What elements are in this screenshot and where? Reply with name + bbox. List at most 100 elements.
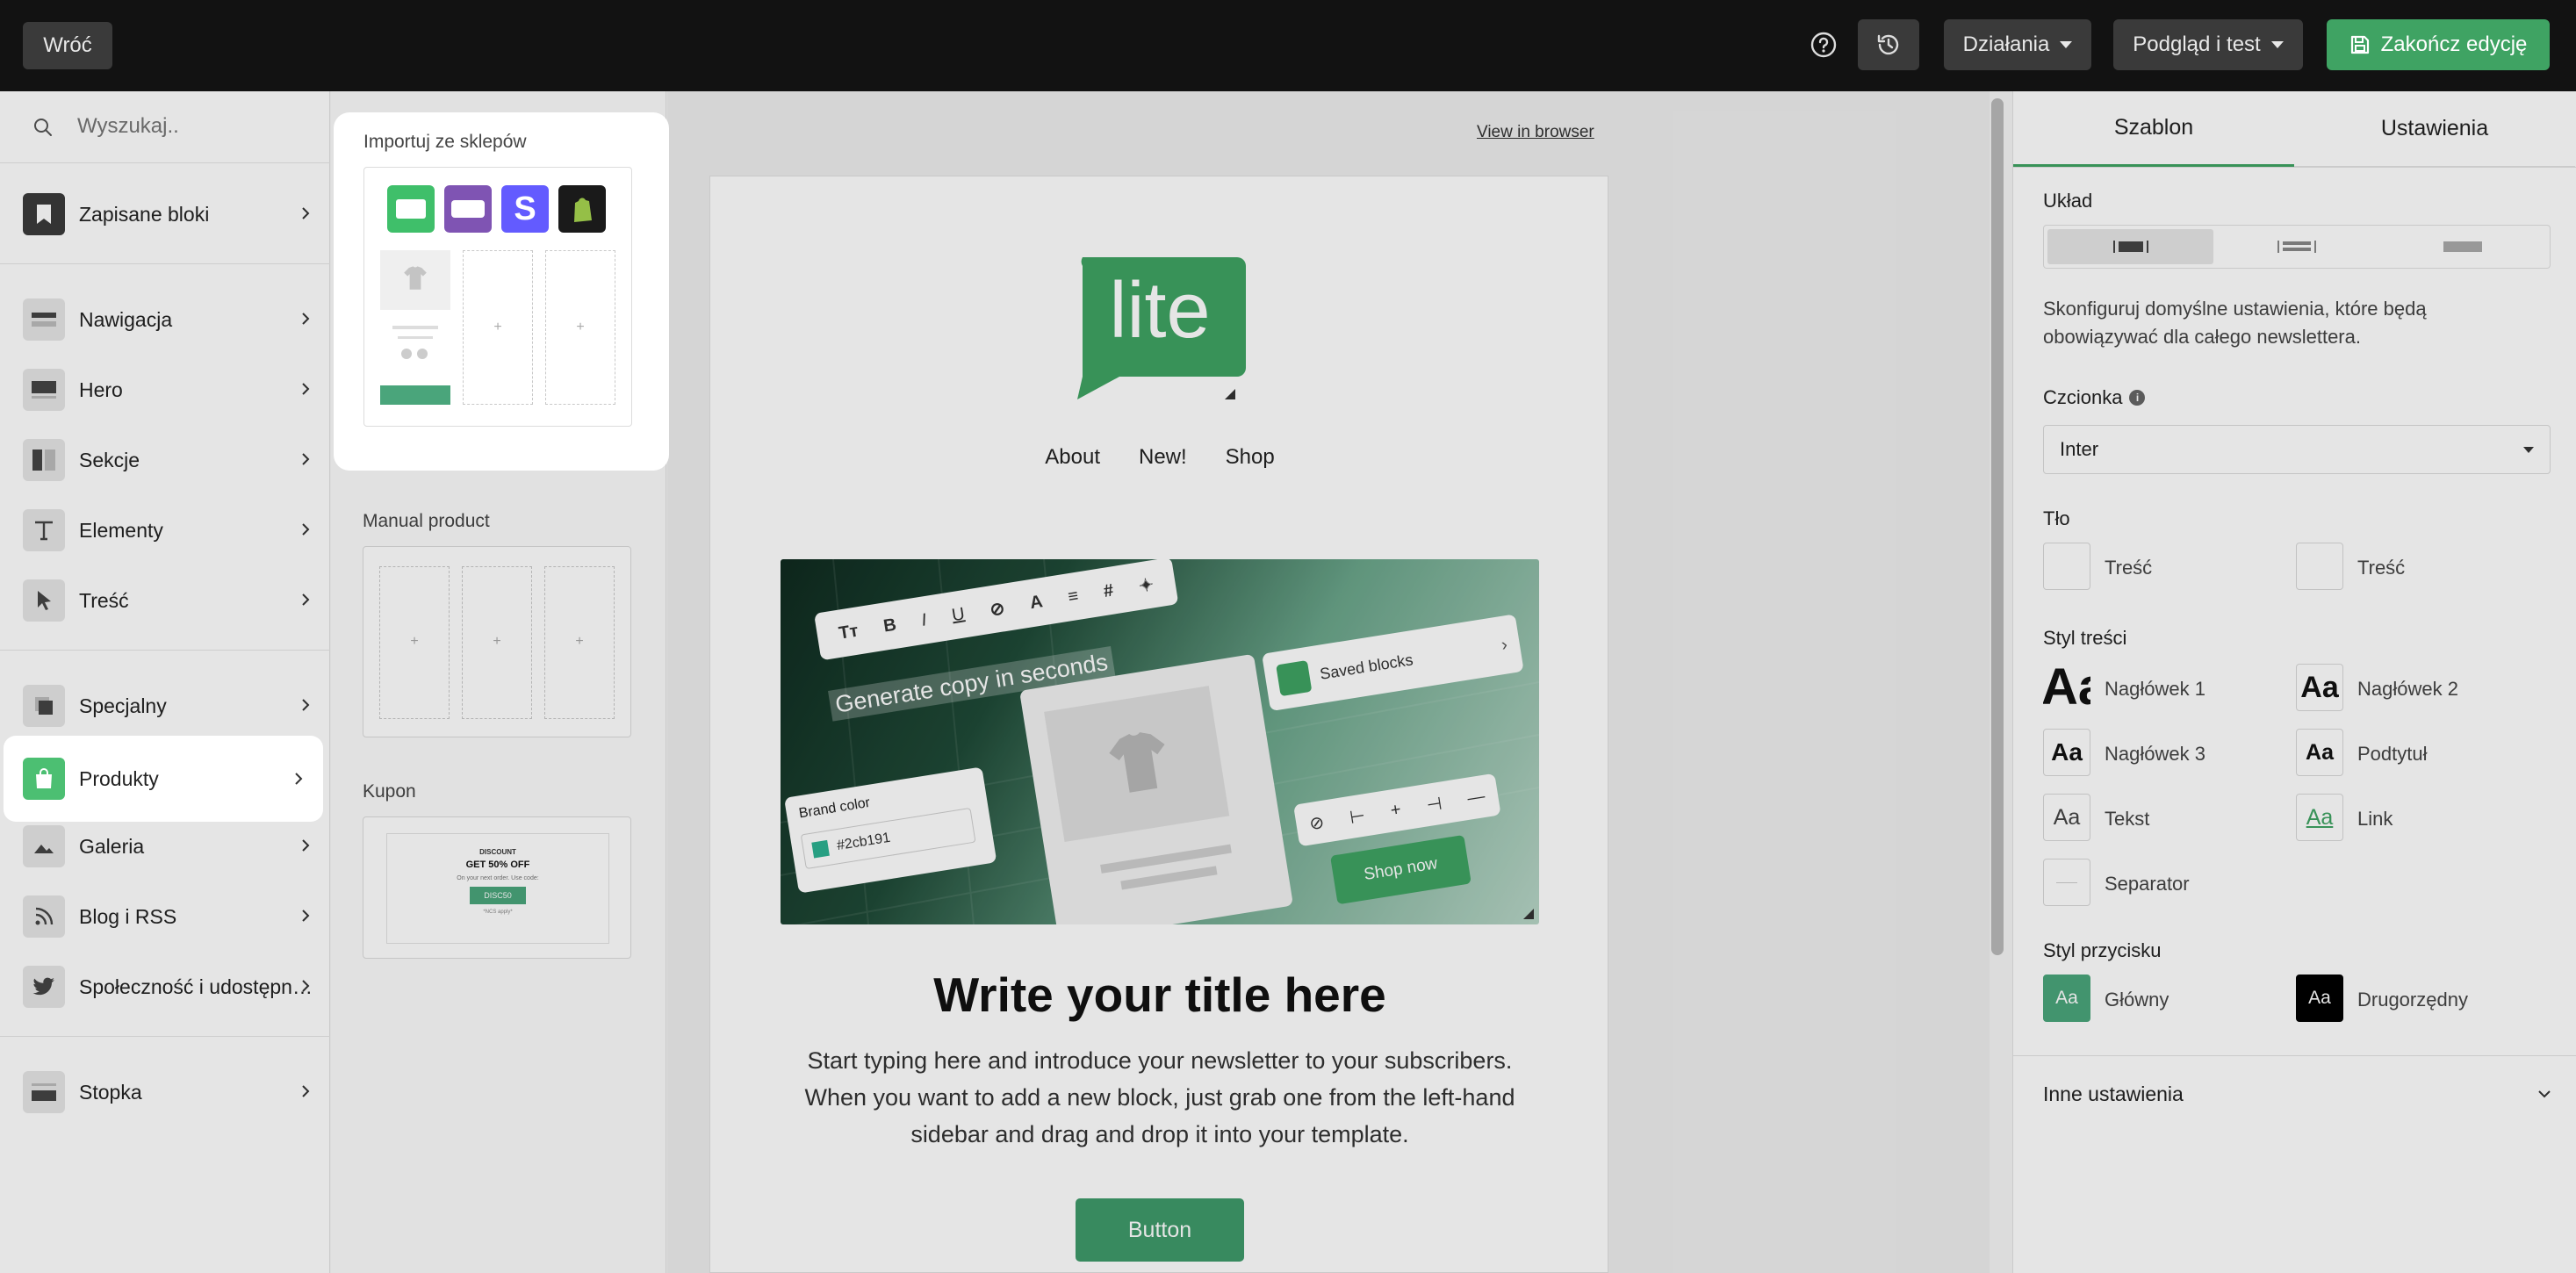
layout-option-full[interactable] <box>2380 229 2546 264</box>
coupon-title: Kupon <box>363 781 416 802</box>
email-body-text[interactable]: Start typing here and introduce your new… <box>789 1042 1530 1153</box>
search-bar[interactable] <box>0 91 330 163</box>
caret-down-icon <box>2060 41 2073 48</box>
chevron-right-icon <box>302 453 310 465</box>
sidebar-item-sections[interactable]: Sekcje <box>0 425 330 495</box>
sidebar-item-label: Zapisane bloki <box>79 202 210 226</box>
email-cta-button[interactable]: Button <box>1076 1198 1244 1262</box>
sidebar-item-gallery[interactable]: Galeria <box>0 811 330 881</box>
chevron-right-icon <box>302 593 310 606</box>
layout-label: Układ <box>2043 190 2093 212</box>
back-button[interactable]: Wróć <box>23 22 112 69</box>
style-subtitle-swatch[interactable]: Aa <box>2296 729 2343 776</box>
other-settings-toggle[interactable]: Inne ustawienia <box>2043 1076 2552 1111</box>
button-style-primary-swatch[interactable]: Aa <box>2043 975 2090 1022</box>
top-bar: Wróć Działania Podgląd i test Zakończ ed… <box>0 0 2576 91</box>
underline-icon: U <box>950 603 967 625</box>
style-sample: Aa <box>2051 738 2083 766</box>
layout-selector <box>2043 225 2551 269</box>
preview-test-dropdown[interactable]: Podgląd i test <box>2113 19 2303 70</box>
sidebar-item-special[interactable]: Specjalny <box>0 671 330 741</box>
finish-editing-button[interactable]: Zakończ edycję <box>2327 19 2550 70</box>
history-icon <box>1877 34 1899 55</box>
email-title[interactable]: Write your title here <box>710 967 1609 1023</box>
other-settings-label: Inne ustawienia <box>2043 1082 2184 1105</box>
coupon-subtext: On your next order. Use code: <box>457 875 539 881</box>
sidebar-item-social[interactable]: Społeczność i udostępnianie <box>0 952 330 1022</box>
tab-settings[interactable]: Ustawienia <box>2294 91 2575 167</box>
sidebar-item-label: Treść <box>79 588 129 612</box>
hero-image[interactable]: Tт B I U ⊘ A ≡ # ✦ Generate copy in seconds Save… <box>781 559 1539 924</box>
layout-full-icon <box>2443 241 2483 252</box>
chevron-right-icon <box>302 980 310 992</box>
style-sample: Aa <box>2306 804 2334 830</box>
highlighted-products-item[interactable]: Produkty <box>4 736 323 822</box>
style-sample: Aa <box>2300 670 2339 704</box>
button-style-secondary-swatch[interactable]: Aa <box>2296 975 2343 1022</box>
coupon-block[interactable]: DISCOUNT GET 50% OFF On your next order.… <box>363 816 631 959</box>
style-subtitle-label: Podtytuł <box>2357 743 2428 765</box>
view-in-browser-link[interactable]: View in browser <box>1477 123 1594 142</box>
style-link-swatch[interactable]: Aa <box>2296 794 2343 841</box>
stripe-icon: S <box>501 185 549 233</box>
style-heading-3-label: Nagłówek 3 <box>2105 743 2205 765</box>
sidebar-item-blog-rss[interactable]: Blog i RSS <box>0 881 330 952</box>
actions-dropdown[interactable]: Działania <box>1944 19 2091 70</box>
preview-test-label: Podgląd i test <box>2133 32 2261 56</box>
layout-option-wide[interactable] <box>2213 229 2379 264</box>
manual-product-block[interactable]: + + + <box>363 546 631 737</box>
nav-link-about[interactable]: About <box>1045 445 1100 470</box>
lite-logo[interactable]: lite <box>1074 257 1246 399</box>
resize-handle-icon[interactable] <box>1523 909 1534 919</box>
background-label: Tło <box>2043 507 2070 529</box>
tab-template[interactable]: Szablon <box>2013 91 2294 167</box>
chevron-right-icon <box>302 383 310 395</box>
background-swatch-body[interactable] <box>2296 543 2343 590</box>
import-block[interactable]: S + + <box>363 167 632 427</box>
background-swatch-content[interactable] <box>2043 543 2090 590</box>
help-icon[interactable] <box>1810 32 1837 58</box>
style-heading-3-swatch[interactable]: Aa <box>2043 729 2090 776</box>
template-description: Skonfiguruj domyślne ustawienia, które b… <box>2043 298 2427 348</box>
history-button[interactable] <box>1858 19 1919 70</box>
sidebar-item-elements[interactable]: Elementy <box>0 495 330 565</box>
sparkle-icon: ✦ <box>1137 574 1155 597</box>
shopify-icon <box>558 185 606 233</box>
plus-icon: + <box>493 320 502 334</box>
style-link-label: Link <box>2357 808 2393 830</box>
bold-icon: B <box>881 615 898 636</box>
nav-link-shop[interactable]: Shop <box>1226 445 1275 470</box>
font-select[interactable]: Inter <box>2043 425 2551 474</box>
tshirt-icon <box>404 266 427 290</box>
style-separator-label: Separator <box>2105 873 2190 895</box>
search-input[interactable] <box>77 109 314 144</box>
sidebar-item-label: Sekcje <box>79 448 140 471</box>
canvas-scrollbar[interactable] <box>1991 98 2004 955</box>
mailerlite-store-icon <box>387 185 435 233</box>
sidebar-item-hero[interactable]: Hero <box>0 355 330 425</box>
resize-handle-icon[interactable] <box>1225 389 1235 399</box>
caret-down-icon <box>2270 41 2284 48</box>
align-left-icon: ⊢ <box>1348 806 1367 828</box>
chevron-right-icon <box>302 523 310 536</box>
sidebar-item-navigation[interactable]: Nawigacja <box>0 284 330 355</box>
style-separator-swatch[interactable] <box>2043 859 2090 906</box>
manual-product-title: Manual product <box>363 511 490 531</box>
coupon-preview: DISCOUNT GET 50% OFF On your next order.… <box>386 833 609 944</box>
style-text-swatch[interactable]: Aa <box>2043 794 2090 841</box>
info-icon[interactable]: i <box>2129 390 2146 406</box>
coupon-fine-print: *NCS apply* <box>483 910 513 915</box>
style-heading-1-swatch[interactable]: Aa <box>2043 664 2090 711</box>
style-text-label: Tekst <box>2105 808 2150 830</box>
product-card-illustration <box>1019 653 1294 924</box>
sidebar-item-content[interactable]: Treść <box>0 565 330 636</box>
nav-link-new[interactable]: New! <box>1139 445 1187 470</box>
chevron-right-icon <box>302 699 310 711</box>
blocks-sidebar: Zapisane bloki Nawigacja Hero Sekcje Ele… <box>0 91 330 1273</box>
style-heading-2-swatch[interactable]: Aa <box>2296 664 2343 711</box>
sidebar-item-footer[interactable]: Stopka <box>0 1057 330 1127</box>
sidebar-item-saved-blocks[interactable]: Zapisane bloki <box>0 179 330 249</box>
layout-option-boxed[interactable] <box>2047 229 2214 264</box>
finish-editing-label: Zakończ edycję <box>2380 32 2528 56</box>
style-sample: Aa <box>2055 988 2078 1008</box>
